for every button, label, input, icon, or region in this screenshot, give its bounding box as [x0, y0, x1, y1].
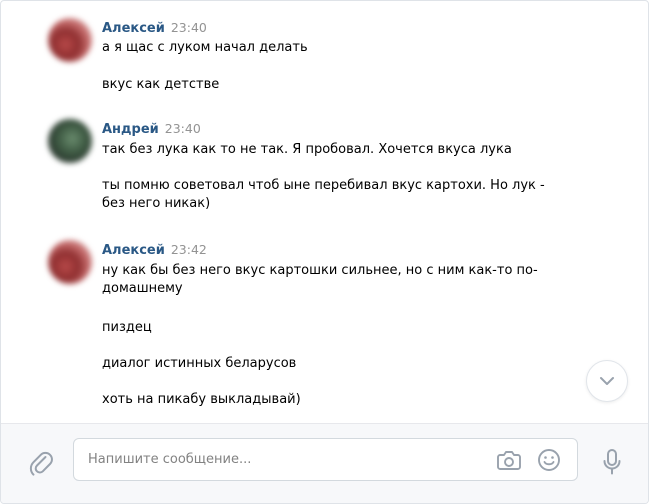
message-text: так без лука как то не так. Я пробовал. …	[102, 142, 512, 157]
camera-button[interactable]	[496, 447, 522, 473]
message-text: пиздец	[102, 320, 152, 335]
author-name[interactable]: Андрей	[102, 122, 159, 137]
message-input[interactable]	[88, 439, 478, 480]
voice-message-button[interactable]	[599, 446, 625, 478]
message-text: хоть на пикабу выкладывай)	[102, 392, 301, 407]
scroll-down-button[interactable]	[586, 360, 628, 402]
author-name[interactable]: Алексей	[102, 21, 165, 36]
author-name[interactable]: Алексей	[102, 243, 165, 258]
paperclip-icon	[29, 451, 53, 476]
attach-button[interactable]	[27, 448, 55, 478]
message-input-box[interactable]	[73, 438, 578, 481]
smile-icon	[538, 449, 560, 471]
microphone-icon	[603, 449, 621, 475]
message-group: Алексей 23:40 а я щас с луком начал делат…	[1, 18, 648, 108]
message-header: Алексей 23:42	[102, 240, 207, 258]
avatar[interactable]	[48, 119, 92, 163]
message-group: Алексей 23:42 ну как бы без него вкус кар…	[1, 240, 648, 420]
message-group: Андрей 23:40 так без лука как то не так. …	[1, 119, 648, 229]
message-header: Андрей 23:40	[102, 119, 201, 137]
message-time[interactable]: 23:42	[171, 242, 207, 257]
avatar[interactable]	[48, 18, 92, 62]
avatar[interactable]	[48, 240, 92, 284]
message-text: ну как бы без него вкус картошки сильнее…	[102, 263, 538, 296]
message-time[interactable]: 23:40	[165, 121, 201, 136]
chevron-down-icon	[600, 377, 614, 385]
camera-icon	[497, 451, 521, 470]
message-text: а я щас с луком начал делать	[102, 40, 308, 55]
composer-bar	[1, 423, 648, 503]
message-history[interactable]: Алексей 23:40 а я щас с луком начал делат…	[1, 1, 648, 423]
message-text: диалог истинных беларусов	[102, 356, 297, 371]
emoji-button[interactable]	[536, 447, 562, 473]
message-header: Алексей 23:40	[102, 18, 207, 36]
chat-window: Алексей 23:40 а я щас с луком начал делат…	[0, 0, 649, 504]
message-text: вкус как детстве	[102, 77, 220, 92]
message-time[interactable]: 23:40	[171, 20, 207, 35]
message-text: ты помню советовал чтоб ыне перебивал вк…	[102, 178, 545, 211]
